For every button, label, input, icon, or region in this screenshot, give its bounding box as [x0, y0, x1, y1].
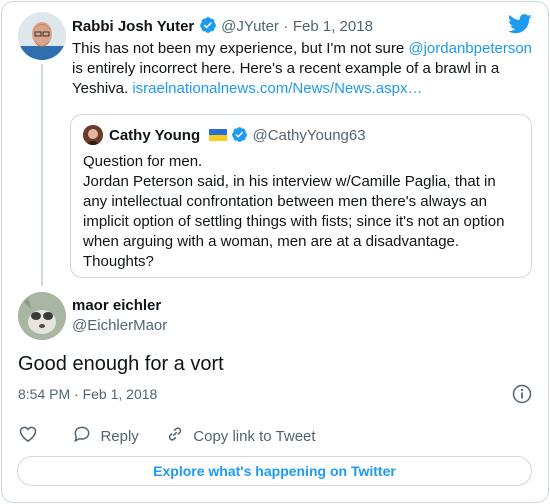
reply-button[interactable]: Reply — [72, 424, 139, 448]
separator: · — [283, 18, 289, 35]
reply-author-name[interactable]: maor eichler — [72, 297, 167, 314]
quote-line: Thoughts? — [83, 253, 154, 270]
article-link[interactable]: israelnationalnews.com/News/News.aspx… — [132, 80, 422, 97]
quote-header: Cathy Young @CathyYoung63 — [109, 126, 366, 148]
avatar[interactable] — [18, 292, 66, 340]
avatar-photo — [18, 292, 66, 340]
ukraine-flag-icon — [208, 128, 227, 141]
thread-connector-line — [41, 64, 43, 286]
avatar[interactable] — [18, 12, 66, 60]
twitter-bird-icon[interactable] — [508, 14, 532, 39]
info-icon[interactable] — [512, 384, 532, 409]
tweet-text-part1: This has not been my experience, but I'm… — [72, 40, 409, 57]
explore-button[interactable]: Explore what's happening on Twitter — [17, 456, 532, 486]
avatar-photo — [18, 12, 66, 60]
quote-author-name: Cathy Young — [109, 127, 201, 144]
tweet-date[interactable]: Feb 1, 2018 — [293, 18, 373, 35]
copy-link-button[interactable]: Copy link to Tweet — [165, 424, 316, 448]
copy-link-label: Copy link to Tweet — [193, 427, 316, 445]
reply-label: Reply — [100, 427, 139, 445]
quote-line: Question for men. — [83, 153, 203, 170]
tweet-body: This has not been my experience, but I'm… — [72, 39, 532, 99]
quote-line: Jordan Peterson said, in his interview w… — [83, 173, 505, 250]
author-name[interactable]: Rabbi Josh Yuter — [72, 18, 194, 35]
verified-badge-icon — [231, 126, 248, 148]
quote-avatar — [83, 125, 103, 145]
quote-body: Question for men. Jordan Peterson said, … — [83, 152, 523, 272]
reply-author-handle[interactable]: @EichlerMaor — [72, 317, 167, 334]
action-bar: Reply Copy link to Tweet — [18, 424, 338, 448]
heart-icon — [18, 424, 46, 448]
mention-link[interactable]: @jordanbpeterson — [408, 40, 532, 57]
author-handle[interactable]: @JYuter — [221, 18, 279, 35]
verified-badge-icon — [199, 16, 217, 39]
tweet-timestamp[interactable]: 8:54 PM · Feb 1, 2018 — [18, 386, 157, 402]
reply-header: maor eichler @EichlerMaor — [72, 297, 167, 334]
reply-text: Good enough for a vort — [18, 353, 224, 375]
link-icon — [165, 424, 193, 448]
reply-bubble-icon — [72, 424, 100, 448]
tweet-header: Rabbi Josh Yuter @JYuter · Feb 1, 2018 — [72, 16, 373, 39]
quoted-tweet[interactable]: Cathy Young @CathyYoung63 Question for m… — [70, 114, 532, 278]
like-button[interactable] — [18, 424, 46, 448]
quote-author-handle: @CathyYoung63 — [252, 127, 366, 144]
